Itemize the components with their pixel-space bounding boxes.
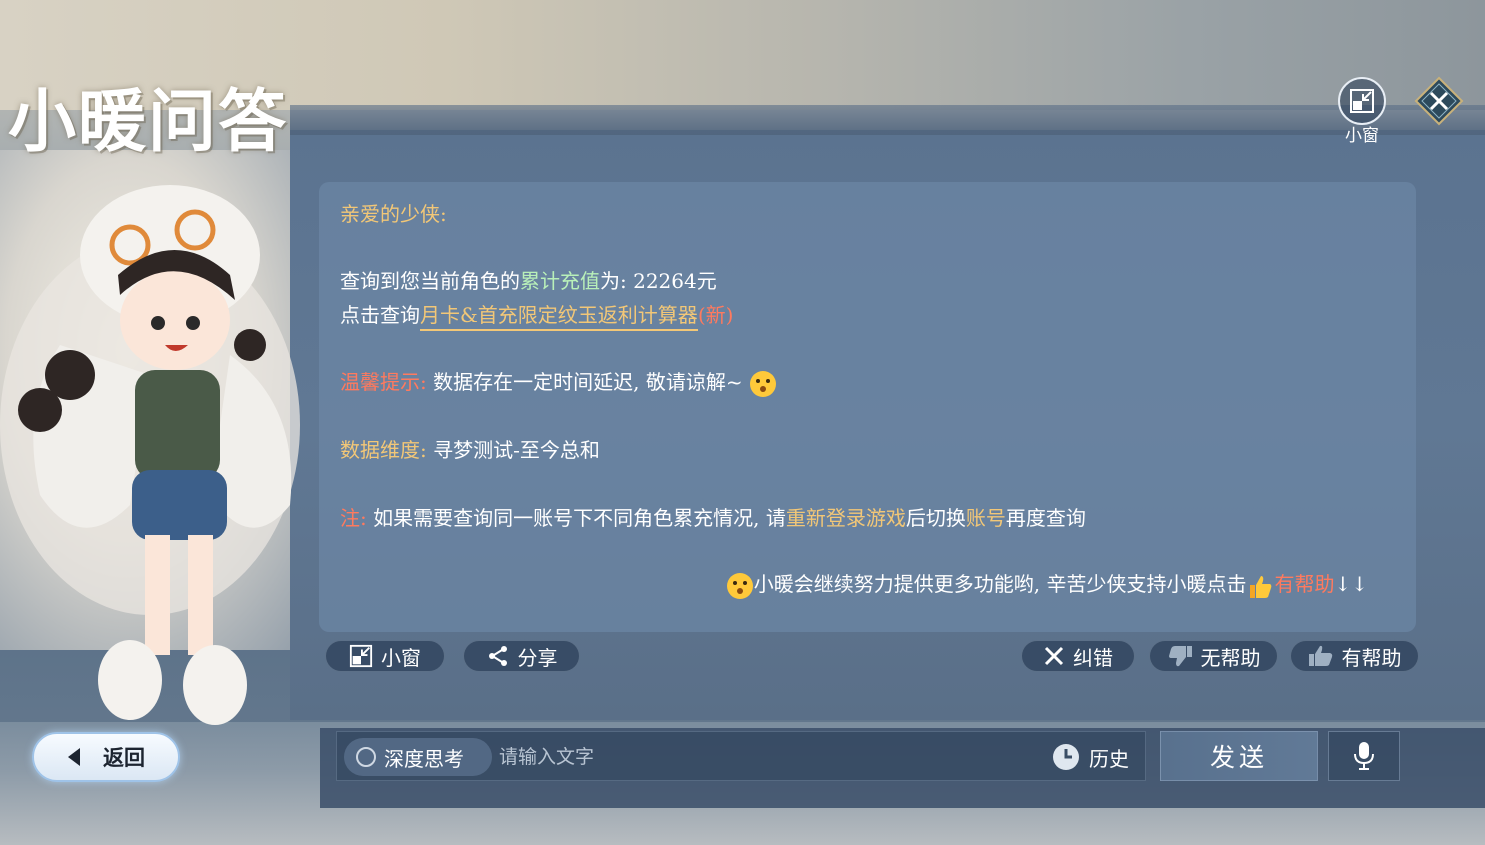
note-text-3: 再度查询 [1005,506,1086,530]
note-highlight-relogin: 重新登录游戏 [785,506,906,530]
query-highlight: 累计充值 [520,269,600,293]
microphone-icon [1354,742,1374,770]
mini-window-button[interactable]: 小窗 [325,640,445,672]
thumbs-up-icon [1308,645,1332,666]
query-amount: 为: 22264元 [600,269,717,293]
share-button[interactable]: 分享 [463,640,580,672]
dimension-text: 寻梦测试-至今总和 [433,438,600,462]
back-button[interactable]: 返回 [32,732,180,782]
thumbs-down-icon [1168,646,1192,667]
history-button[interactable]: 历史 [1051,740,1129,774]
kissing-face-icon [749,370,776,397]
history-label: 历史 [1089,746,1129,771]
share-label: 分享 [517,645,558,670]
query-result-line: 查询到您当前角色的累计充值为: 22264元 [340,265,717,294]
tip-label: 温馨提示: [340,370,427,394]
microphone-button[interactable] [1328,731,1400,781]
radio-icon [356,747,376,767]
note-text-1: 如果需要查询同一账号下不同角色累充情况, 请 [373,506,786,530]
not-helpful-label: 无帮助 [1200,645,1261,670]
deep-think-label: 深度思考 [384,746,464,771]
minimize-window-icon [1338,77,1386,125]
deep-think-toggle[interactable]: 深度思考 [344,738,492,776]
helpful-label: 有帮助 [1341,645,1402,670]
cross-icon [1044,646,1064,666]
closing-line: 小暖会继续努力提供更多功能哟, 辛苦少侠支持小暖点击 有帮助↓↓ [726,568,1368,600]
page-title: 小暖问答 [8,82,289,162]
calculator-new-badge: (新) [697,303,734,327]
minimize-window-icon [349,644,373,668]
background-band [290,105,1485,135]
answer-card: 亲爱的少侠: 查询到您当前角色的累计充值为: 22264元 点击查询月卡&首充限… [319,182,1416,632]
back-arrow-icon [68,748,80,766]
kissing-face-icon [726,572,753,599]
correct-button[interactable]: 纠错 [1021,640,1135,672]
mini-window-label: 小窗 [381,645,421,670]
dimension-line: 数据维度: 寻梦测试-至今总和 [340,434,600,463]
character-illustration [0,185,300,725]
closing-arrows: ↓↓ [1334,572,1368,596]
input-bar: 深度思考 历史 [336,731,1146,781]
click-prefix: 点击查询 [340,303,420,327]
close-icon [1414,76,1464,126]
helpful-button[interactable]: 有帮助 [1290,640,1419,672]
not-helpful-button[interactable]: 无帮助 [1149,640,1278,672]
send-label: 发送 [1209,743,1268,772]
query-prefix: 查询到您当前角色的 [340,269,520,293]
mini-window-top-button[interactable]: 小窗 [1336,77,1388,147]
back-label: 返回 [103,745,145,770]
calculator-line: 点击查询月卡&首充限定纹玉返利计算器(新) [340,299,734,331]
greeting: 亲爱的少侠: [340,202,447,226]
send-button[interactable]: 发送 [1160,731,1318,781]
closing-text: 小暖会继续努力提供更多功能哟, 辛苦少侠支持小暖点击 [753,572,1247,596]
dimension-label: 数据维度: [340,438,427,462]
closing-helpful: 有帮助 [1274,572,1335,596]
note-label: 注: [340,506,367,530]
close-button[interactable] [1414,76,1464,126]
correct-label: 纠错 [1073,645,1113,670]
note-highlight-account: 账号 [965,506,1006,530]
note-line: 注: 如果需要查询同一账号下不同角色累充情况, 请重新登录游戏后切换账号再度查询 [340,502,1086,531]
share-icon [488,646,507,666]
clock-icon [1053,744,1079,770]
message-input[interactable] [499,740,1039,774]
mini-window-top-label: 小窗 [1345,126,1379,146]
thumbs-up-icon [1250,575,1272,598]
calculator-link[interactable]: 月卡&首充限定纹玉返利计算器 [420,303,698,331]
note-text-2: 后切换 [905,506,966,530]
tip-line: 温馨提示: 数据存在一定时间延迟, 敬请谅解~ [340,366,777,398]
tip-text: 数据存在一定时间延迟, 敬请谅解~ [433,370,743,394]
